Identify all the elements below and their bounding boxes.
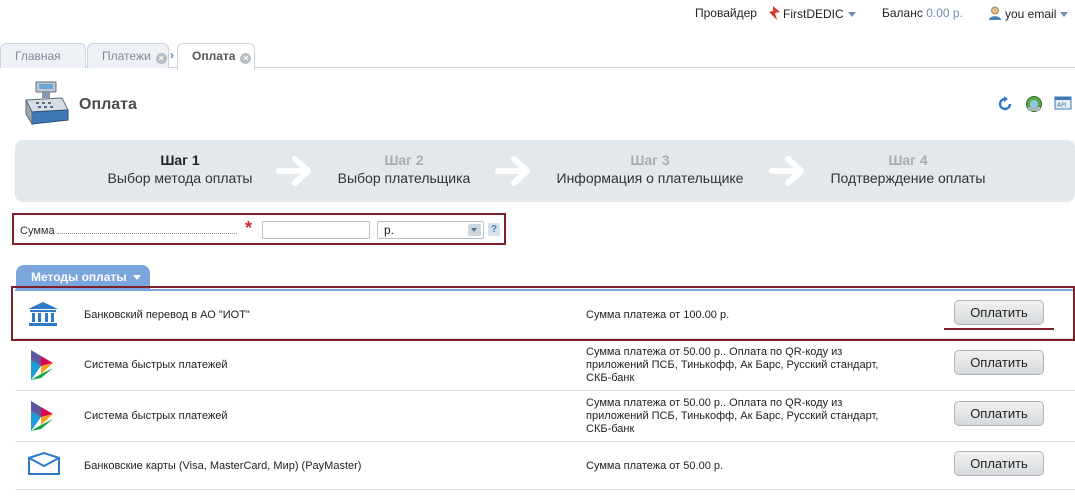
tab-label: Главная — [15, 49, 61, 63]
currency-select[interactable]: р. — [377, 221, 484, 239]
top-bar: Провайдер FirstDEDIC Баланс 0.00 р. you … — [0, 0, 1075, 26]
step-3: Шаг 3 Информация о плательщике — [550, 152, 750, 186]
sbp-logo-icon — [31, 350, 53, 380]
chevron-down-icon — [132, 275, 141, 281]
chevron-down-icon — [468, 224, 481, 236]
pay-button[interactable]: Оплатить — [954, 401, 1044, 426]
sum-field-group: Сумма * р. ? — [12, 213, 506, 245]
close-icon[interactable]: × — [155, 53, 167, 64]
page-title: Оплата — [79, 96, 137, 113]
step-2: Шаг 2 Выбор плательщика — [329, 152, 479, 186]
page-header: Оплата API — [22, 80, 1072, 130]
payment-method-row: Банковский перевод в АО "ИОТ" Сумма плат… — [15, 291, 1075, 339]
pay-button[interactable]: Оплатить — [954, 300, 1044, 325]
provider-selector[interactable]: FirstDEDIC — [768, 6, 856, 21]
page-toolbar: API — [989, 95, 1072, 116]
tab-label: Платежи — [102, 49, 151, 63]
user-label: you email — [1005, 7, 1057, 21]
step-number: Шаг 1 — [160, 152, 200, 168]
payment-method-desc: Сумма платежа от 50.00 р. — [586, 460, 724, 472]
balance-value: 0.00 р. — [926, 6, 963, 20]
dotted-leader — [56, 233, 237, 234]
payment-method-name: Банковский перевод в АО "ИОТ" — [84, 309, 250, 321]
user-menu[interactable]: you email — [988, 6, 1069, 21]
sum-label: Сумма — [20, 225, 242, 237]
balance: Баланс 0.00 р. — [882, 6, 963, 20]
payment-method-desc: Сумма платежа от 50.00 р.. Оплата по QR-… — [586, 346, 879, 384]
pay-button[interactable]: Оплатить — [954, 350, 1044, 375]
refresh-icon[interactable] — [997, 96, 1013, 115]
step-number: Шаг 4 — [888, 152, 928, 168]
sum-label-text: Сумма — [20, 225, 55, 237]
payment-method-desc: Сумма платежа от 100.00 р. — [586, 309, 730, 321]
pay-button[interactable]: Оплатить — [954, 451, 1044, 476]
payment-method-row: Банковские карты (Visa, MasterCard, Мир)… — [15, 442, 1075, 490]
chevron-down-icon — [1060, 12, 1069, 18]
step-label: Выбор метода оплаты — [107, 170, 253, 186]
globe-icon[interactable] — [1025, 95, 1043, 116]
step-number: Шаг 3 — [630, 152, 670, 168]
bank-icon — [28, 302, 58, 326]
step-4: Шаг 4 Подтверждение оплаты — [823, 152, 993, 186]
step-label: Подтверждение оплаты — [830, 170, 986, 186]
payment-methods-label: Методы оплаты — [31, 270, 127, 284]
svg-text:API: API — [1057, 102, 1067, 109]
step-label: Выбор плательщика — [337, 170, 471, 186]
currency-value: р. — [384, 223, 395, 237]
payment-method-row: Система быстрых платежей Сумма платежа о… — [15, 340, 1075, 391]
provider-label: Провайдер — [695, 6, 757, 20]
tab-payment[interactable]: Оплата × — [177, 43, 255, 70]
step-1: Шаг 1 Выбор метода оплаты — [100, 152, 260, 186]
tab-label: Оплата — [192, 49, 236, 63]
step-number: Шаг 2 — [384, 152, 424, 168]
close-icon[interactable]: × — [240, 53, 252, 64]
cash-register-icon — [25, 81, 69, 126]
arrow-right-icon — [769, 156, 804, 186]
payment-method-desc: Сумма платежа от 50.00 р.. Оплата по QR-… — [586, 397, 879, 435]
payment-method-name: Система быстрых платежей — [84, 410, 228, 422]
arrow-right-icon — [276, 156, 311, 186]
breadcrumb-arrow-icon: › — [170, 48, 174, 62]
highlight-underline — [944, 328, 1054, 330]
provider-logo-icon — [769, 6, 780, 20]
payment-methods-tab[interactable]: Методы оплаты — [16, 265, 150, 289]
tab-home[interactable]: Главная — [0, 43, 86, 68]
card-wallet-icon — [28, 452, 60, 475]
sum-input[interactable] — [262, 221, 370, 239]
provider-name: FirstDEDIC — [783, 7, 844, 21]
chevron-down-icon — [847, 12, 856, 18]
steps-wizard: Шаг 1 Выбор метода оплаты Шаг 2 Выбор пл… — [15, 140, 1075, 202]
payment-method-name: Система быстрых платежей — [84, 359, 228, 371]
tab-payments[interactable]: Платежи × — [87, 43, 169, 68]
payment-method-row: Система быстрых платежей Сумма платежа о… — [15, 391, 1075, 442]
arrow-right-icon — [495, 156, 530, 186]
tab-bar: Главная Платежи × Оплата × — [0, 42, 1075, 70]
sbp-logo-icon — [31, 401, 53, 431]
user-icon — [989, 6, 1001, 20]
step-label: Информация о плательщике — [556, 170, 744, 186]
api-icon[interactable]: API — [1054, 96, 1072, 115]
payment-method-name: Банковские карты (Visa, MasterCard, Мир)… — [84, 460, 362, 472]
balance-label: Баланс — [882, 6, 923, 20]
required-marker: * — [245, 218, 253, 238]
help-icon[interactable]: ? — [488, 223, 500, 236]
